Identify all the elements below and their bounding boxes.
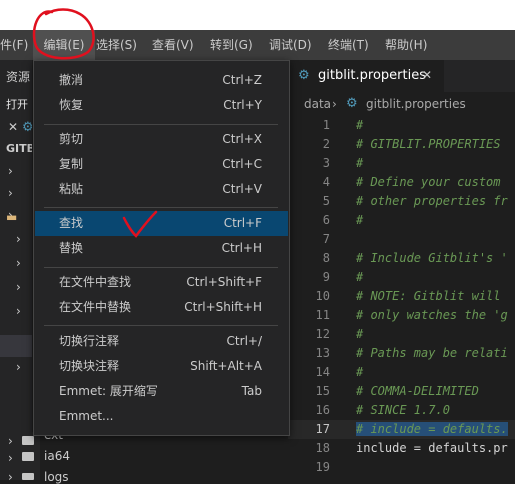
annotation-overlay — [32, 8, 158, 238]
annotation-circle — [32, 8, 95, 60]
annotation-checkmark — [122, 210, 158, 238]
